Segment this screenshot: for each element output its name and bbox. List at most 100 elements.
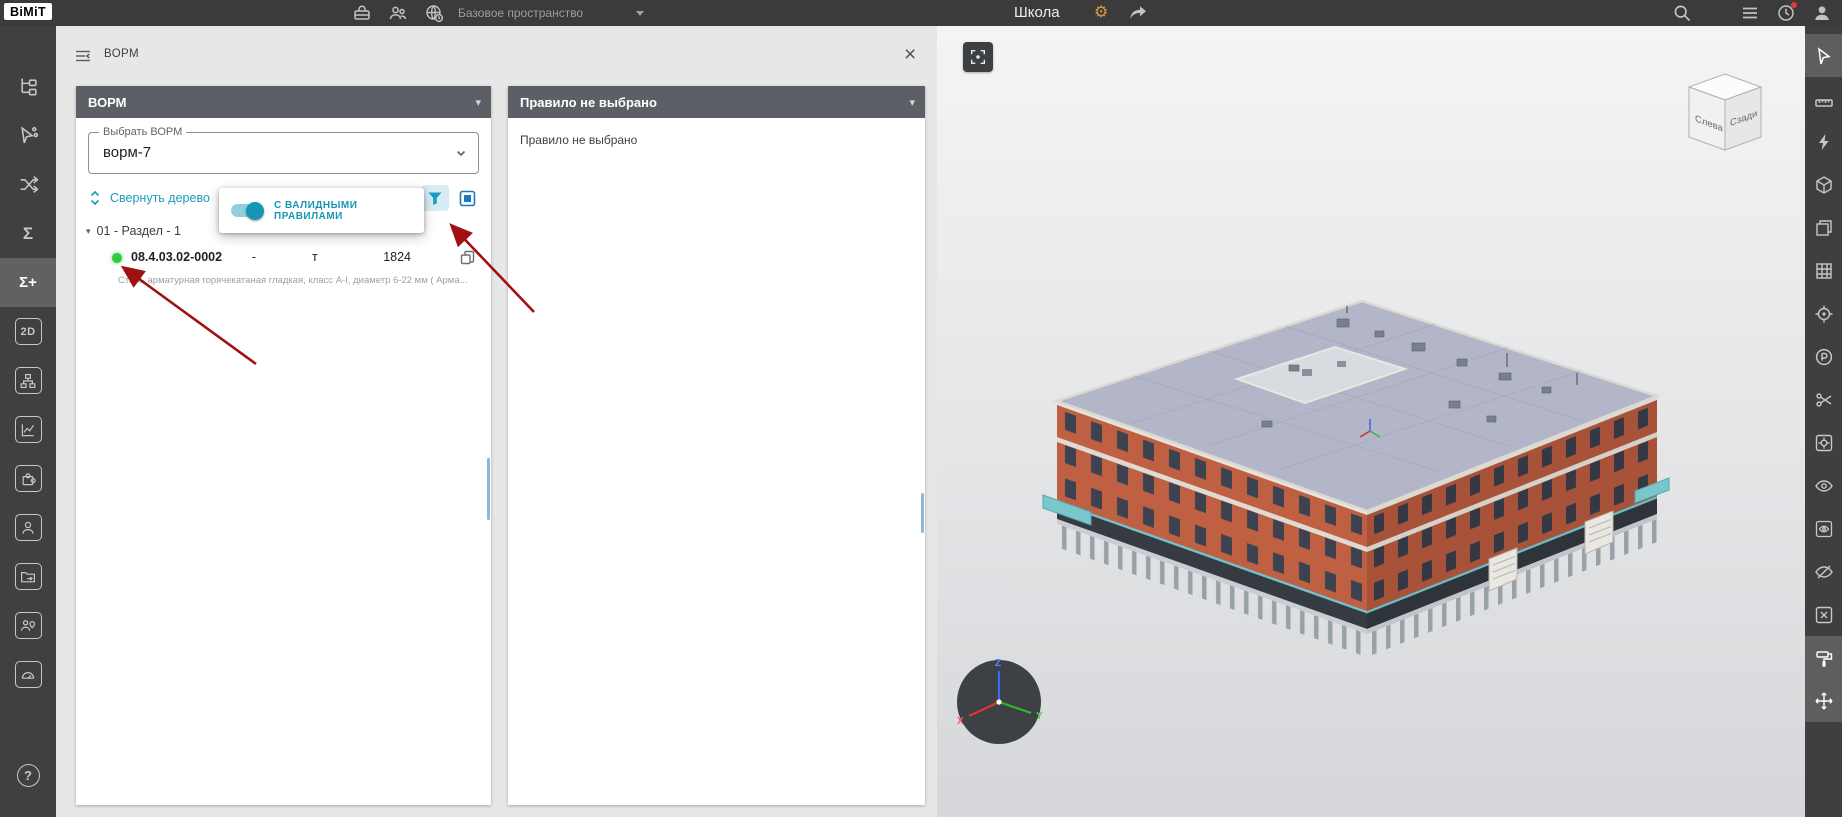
eye-off-icon bbox=[1814, 565, 1833, 578]
sidebar-item-plugins[interactable] bbox=[0, 454, 56, 503]
valid-rules-label: С ВАЛИДНЫМИ ПРАВИЛАМИ bbox=[274, 199, 358, 222]
rule-panel-header[interactable]: Правило не выбрано ▾ bbox=[508, 86, 925, 118]
tool-hide-element[interactable] bbox=[1805, 550, 1842, 593]
target-icon bbox=[1815, 305, 1832, 322]
team-button[interactable] bbox=[388, 3, 408, 23]
vorm-scrollbar[interactable] bbox=[487, 458, 490, 520]
viewport-3d[interactable]: Слева Сзади Z X Y bbox=[937, 26, 1805, 817]
focus-model-button[interactable] bbox=[963, 42, 993, 72]
unfold-tree-icon[interactable] bbox=[86, 189, 104, 207]
rule-panel: Правило не выбрано ▾ Правило не выбрано bbox=[508, 86, 925, 805]
sidebar-item-vorm[interactable]: Σ+ bbox=[0, 258, 56, 307]
notification-badge bbox=[1791, 2, 1797, 8]
activity-button[interactable] bbox=[1776, 2, 1797, 23]
model-tree-icon bbox=[20, 78, 37, 96]
menu-open-icon bbox=[76, 50, 90, 62]
tool-section-box[interactable] bbox=[1805, 163, 1842, 206]
select-all-checkbox[interactable] bbox=[455, 186, 479, 210]
status-dot bbox=[112, 253, 122, 263]
workspace-selector[interactable]: Базовое пространство bbox=[458, 0, 583, 26]
toolbox-icon bbox=[354, 5, 370, 20]
3d-building-model[interactable] bbox=[1037, 281, 1677, 781]
tool-visibility[interactable] bbox=[1805, 464, 1842, 507]
tool-cut-section[interactable] bbox=[1805, 378, 1842, 421]
list-icon bbox=[1743, 7, 1757, 19]
toolbox-button[interactable] bbox=[352, 3, 372, 23]
toggle-knob bbox=[246, 201, 264, 220]
rule-empty-text: Правило не выбрано bbox=[520, 133, 638, 147]
vorm-select[interactable]: Выбрать ВОРМ ворм-7 bbox=[88, 126, 479, 174]
gear-box-icon bbox=[1815, 434, 1832, 451]
sidebar-item-charts[interactable] bbox=[0, 405, 56, 454]
settings-gear-icon[interactable]: ⚙ bbox=[1094, 0, 1108, 26]
triangle-down-icon[interactable]: ▾ bbox=[86, 226, 91, 237]
center-focus-icon bbox=[970, 49, 986, 65]
tree-section-label: 01 - Раздел - 1 bbox=[96, 224, 181, 238]
sidebar-item-volumes[interactable]: Σ bbox=[0, 209, 56, 258]
axis-y-label: Y bbox=[1036, 711, 1043, 722]
valid-rules-toggle[interactable] bbox=[231, 201, 264, 220]
user-avatar-icon bbox=[1815, 6, 1829, 20]
move-icon bbox=[1815, 692, 1832, 709]
sidebar-item-2d-view[interactable]: 2D bbox=[0, 307, 56, 356]
tool-center-target[interactable] bbox=[1805, 292, 1842, 335]
axis-gizmo[interactable]: Z X Y bbox=[951, 654, 1047, 750]
item-description: Сталь арматурная горячекатаная гладкая, … bbox=[118, 275, 468, 286]
project-title: Школа bbox=[1014, 4, 1060, 21]
sidebar-item-users[interactable] bbox=[0, 503, 56, 552]
workspace-globe-button[interactable] bbox=[424, 3, 444, 23]
share-button[interactable] bbox=[1128, 3, 1148, 23]
filter-button[interactable] bbox=[421, 185, 449, 211]
sidebar-item-model-tree[interactable] bbox=[0, 62, 56, 111]
chevron-down-icon[interactable]: ▾ bbox=[909, 96, 915, 109]
tool-select-cursor[interactable] bbox=[1805, 34, 1842, 77]
window-menu-button[interactable] bbox=[74, 47, 92, 65]
tool-paint-mode[interactable] bbox=[1805, 636, 1842, 679]
item-unit: т bbox=[312, 250, 318, 264]
vorm-window: ВОРМ × ВОРМ ▾ Выбрать ВОРМ ворм-7 Сверну… bbox=[56, 26, 937, 817]
window-title: ВОРМ bbox=[104, 48, 139, 60]
collapse-tree-link[interactable]: Свернуть дерево bbox=[110, 191, 210, 205]
vorm-panel-header[interactable]: ВОРМ ▾ bbox=[76, 86, 491, 118]
copy-button[interactable] bbox=[459, 249, 476, 266]
section-cube-icon bbox=[1815, 175, 1832, 194]
navigation-cube[interactable]: Слева Сзади bbox=[1687, 72, 1763, 154]
tool-move-mode[interactable] bbox=[1805, 679, 1842, 722]
window-close-button[interactable]: × bbox=[904, 40, 916, 70]
tool-view-settings[interactable] bbox=[1805, 421, 1842, 464]
line-chart-icon bbox=[21, 423, 35, 436]
sidebar-item-org-structure[interactable] bbox=[0, 356, 56, 405]
tool-show-element[interactable] bbox=[1805, 507, 1842, 550]
sidebar-item-dashboard[interactable] bbox=[0, 650, 56, 699]
tool-properties[interactable] bbox=[1805, 335, 1842, 378]
select-cursor-icon bbox=[20, 126, 38, 144]
tool-measure[interactable] bbox=[1805, 77, 1842, 120]
sidebar-item-user-location[interactable] bbox=[0, 601, 56, 650]
clash-arrows-icon bbox=[20, 176, 39, 193]
vorm-tree: ▾ 01 - Раздел - 1 08.4.03.02-0002 - т 18… bbox=[76, 224, 491, 286]
eye-icon bbox=[1814, 479, 1833, 492]
sidebar-item-clash-detection[interactable] bbox=[0, 160, 56, 209]
item-code: 08.4.03.02-0002 bbox=[131, 250, 223, 264]
folder-share-icon bbox=[21, 571, 35, 582]
tree-item-row[interactable]: 08.4.03.02-0002 - т 1824 bbox=[76, 248, 491, 268]
sigma-icon: Σ bbox=[22, 223, 34, 243]
sidebar-item-export[interactable] bbox=[0, 552, 56, 601]
vorm-select-value: ворм-7 bbox=[103, 144, 152, 161]
tool-clear-selection[interactable] bbox=[1805, 593, 1842, 636]
search-button[interactable] bbox=[1672, 3, 1692, 23]
user-pin-icon bbox=[21, 619, 36, 631]
rule-scrollbar[interactable] bbox=[921, 493, 924, 533]
workspace-caret-icon[interactable] bbox=[636, 11, 644, 16]
axis-x-label: X bbox=[957, 716, 964, 727]
menu-list-button[interactable] bbox=[1740, 3, 1760, 23]
tool-grid[interactable] bbox=[1805, 249, 1842, 292]
item-quantity: 1824 bbox=[383, 250, 411, 264]
help-button[interactable]: ? bbox=[16, 764, 40, 787]
stacked-cubes-icon bbox=[1815, 219, 1832, 236]
tool-model-boxes[interactable] bbox=[1805, 206, 1842, 249]
profile-button[interactable] bbox=[1812, 3, 1832, 23]
tool-quick-actions[interactable] bbox=[1805, 120, 1842, 163]
sidebar-item-select-elements[interactable] bbox=[0, 111, 56, 160]
chevron-down-icon[interactable]: ▾ bbox=[475, 96, 481, 109]
